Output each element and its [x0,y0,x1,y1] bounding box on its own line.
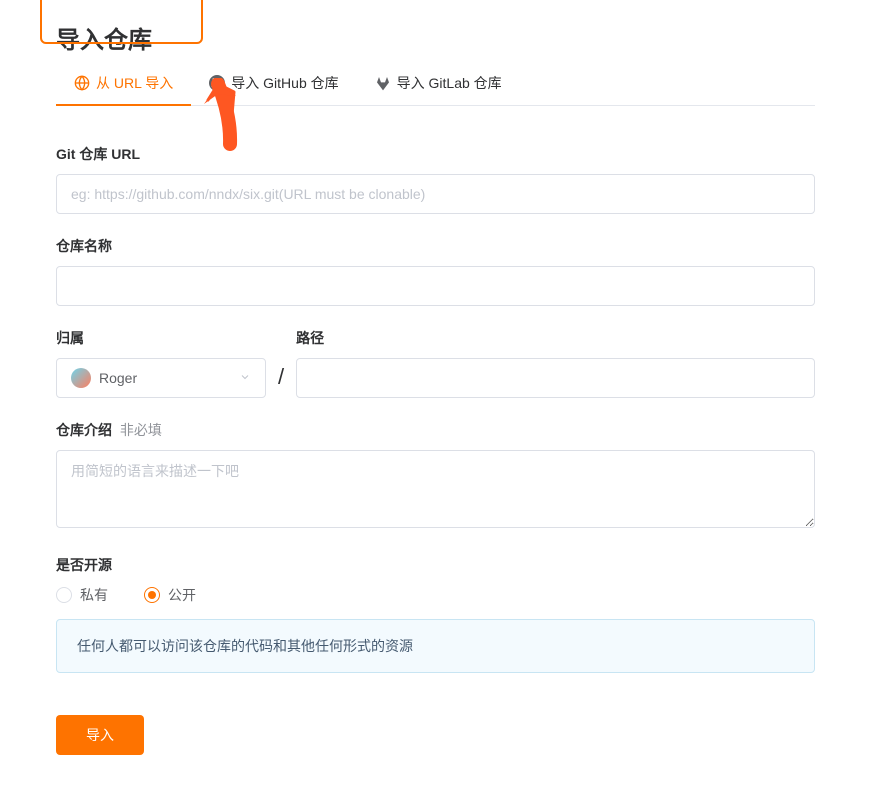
visibility-public-label: 公开 [168,585,196,605]
page-title: 导入仓库 [56,20,815,55]
import-tabs: 从 URL 导入 导入 GitHub 仓库 导入 GitLab 仓库 [56,73,815,106]
description-label: 仓库介绍 非必填 [56,420,815,440]
radio-circle-icon [56,587,72,603]
globe-icon [74,75,90,91]
import-button[interactable]: 导入 [56,715,144,755]
public-info-banner: 任何人都可以访问该仓库的代码和其他任何形式的资源 [56,619,815,673]
avatar [71,368,91,388]
radio-circle-checked-icon [144,587,160,603]
tab-github-import[interactable]: 导入 GitHub 仓库 [191,73,356,105]
github-icon [209,75,225,91]
git-url-label: Git 仓库 URL [56,144,815,164]
repo-name-input[interactable] [56,266,815,306]
path-input[interactable] [296,358,815,398]
visibility-private-radio[interactable]: 私有 [56,585,108,605]
tab-github-label: 导入 GitHub 仓库 [231,73,338,93]
owner-label: 归属 [56,328,266,348]
visibility-private-label: 私有 [80,585,108,605]
owner-value: Roger [99,370,137,386]
tab-gitlab-import[interactable]: 导入 GitLab 仓库 [357,73,520,105]
visibility-label: 是否开源 [56,555,815,575]
description-optional: 非必填 [120,422,162,438]
tab-url-import[interactable]: 从 URL 导入 [56,73,191,105]
repo-name-label: 仓库名称 [56,236,815,256]
owner-select[interactable]: Roger [56,358,266,398]
path-separator: / [278,364,284,398]
tab-url-label: 从 URL 导入 [96,73,173,93]
tab-gitlab-label: 导入 GitLab 仓库 [397,73,502,93]
path-label: 路径 [296,328,815,348]
visibility-public-radio[interactable]: 公开 [144,585,196,605]
git-url-input[interactable] [56,174,815,214]
chevron-down-icon [239,370,251,386]
gitlab-icon [375,75,391,91]
description-textarea[interactable] [56,450,815,528]
